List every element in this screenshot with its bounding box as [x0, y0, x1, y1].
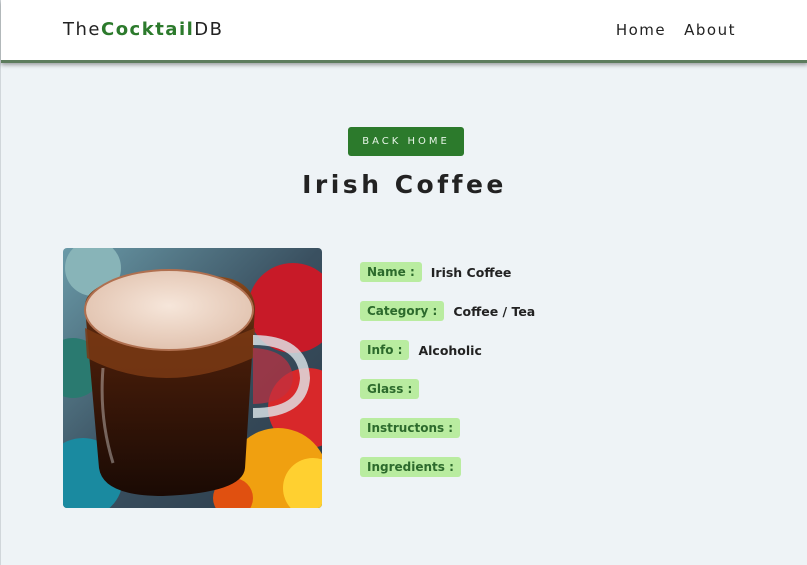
- detail-value-info: Alcoholic: [418, 342, 482, 358]
- brand-prefix: The: [63, 19, 101, 40]
- detail-row-name: Name : Irish Coffee: [360, 262, 511, 282]
- nav-link-about[interactable]: About: [684, 21, 736, 39]
- detail-value-name: Irish Coffee: [430, 264, 512, 280]
- nav-link-home[interactable]: Home: [616, 21, 666, 39]
- nav-links: Home About: [616, 21, 736, 39]
- brand-suffix: DB: [194, 19, 224, 40]
- detail-row-instructions: Instructons :: [360, 418, 469, 438]
- detail-label-ingredients: Ingredients :: [360, 457, 461, 477]
- navbar: TheCocktailDB Home About: [1, 0, 807, 63]
- cocktail-image: [63, 248, 322, 508]
- detail-label-name: Name :: [360, 262, 422, 282]
- detail-label-instructions: Instructons :: [360, 418, 461, 438]
- detail-label-glass: Glass :: [360, 379, 420, 399]
- detail-row-category: Category : Coffee / Tea: [360, 301, 535, 321]
- detail-row-glass: Glass :: [360, 379, 428, 399]
- detail-label-info: Info :: [360, 340, 410, 360]
- detail-row-ingredients: Ingredients :: [360, 457, 470, 477]
- back-home-button[interactable]: BACK HOME: [348, 127, 464, 156]
- brand-logo[interactable]: TheCocktailDB: [63, 19, 224, 40]
- detail-value-category: Coffee / Tea: [453, 303, 536, 319]
- detail-row-info: Info : Alcoholic: [360, 340, 482, 360]
- detail-label-category: Category :: [360, 301, 445, 321]
- page-title: Irish Coffee: [302, 170, 507, 199]
- brand-accent: Cocktail: [100, 19, 195, 40]
